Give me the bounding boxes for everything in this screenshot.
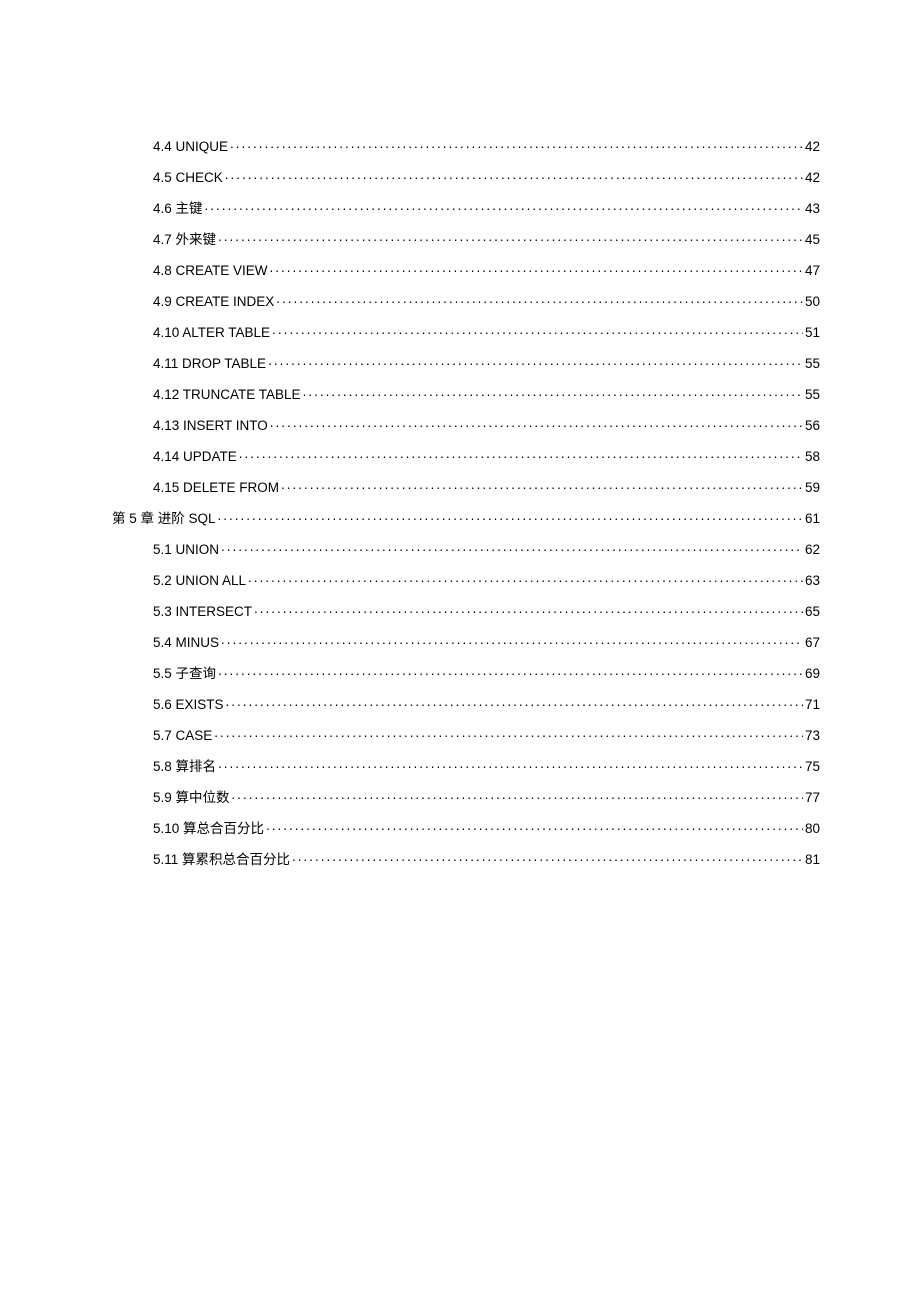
toc-entry-page: 45	[805, 233, 820, 247]
toc-entry: 5.1 UNION 62	[112, 540, 820, 556]
toc-entry: 5.11 算累积总合百分比 81	[112, 850, 820, 866]
toc-entry-label: 4.15 DELETE FROM	[153, 481, 279, 495]
toc-entry: 4.8 CREATE VIEW 47	[112, 261, 820, 277]
table-of-contents: 4.4 UNIQUE 42 4.5 CHECK 42 4.6 主键 43 4.7 外来键 45…	[112, 137, 820, 866]
toc-entry: 4.14 UPDATE 58	[112, 447, 820, 463]
toc-leader-dots	[272, 323, 803, 337]
toc-entry-page: 56	[805, 419, 820, 433]
toc-entry-page: 71	[805, 698, 820, 712]
toc-entry-page: 77	[805, 791, 820, 805]
toc-entry-label: 4.10 ALTER TABLE	[153, 326, 270, 340]
toc-entry-label: 4.12 TRUNCATE TABLE	[153, 388, 301, 402]
toc-entry-label: 5.1 UNION	[153, 543, 219, 557]
toc-entry-page: 80	[805, 822, 820, 836]
toc-leader-dots	[254, 602, 803, 616]
toc-entry-page: 59	[805, 481, 820, 495]
toc-leader-dots	[218, 757, 803, 771]
toc-leader-dots	[270, 416, 803, 430]
toc-entry-page: 55	[805, 388, 820, 402]
toc-entry-label: 5.2 UNION ALL	[153, 574, 246, 588]
toc-leader-dots	[266, 819, 803, 833]
toc-leader-dots	[270, 261, 803, 275]
toc-leader-dots	[268, 354, 803, 368]
toc-entry-page: 50	[805, 295, 820, 309]
toc-leader-dots	[218, 230, 803, 244]
toc-entry: 5.10 算总合百分比 80	[112, 819, 820, 835]
toc-leader-dots	[218, 664, 803, 678]
toc-entry-page: 75	[805, 760, 820, 774]
toc-entry-label: 4.4 UNIQUE	[153, 140, 228, 154]
toc-leader-dots	[276, 292, 803, 306]
toc-entry: 4.15 DELETE FROM 59	[112, 478, 820, 494]
toc-entry-label: 5.11 算累积总合百分比	[153, 853, 290, 867]
toc-entry-page: 62	[805, 543, 820, 557]
toc-leader-dots	[221, 633, 803, 647]
toc-entry-label: 4.11 DROP TABLE	[153, 357, 266, 371]
toc-entry: 4.4 UNIQUE 42	[112, 137, 820, 153]
toc-entry-page: 51	[805, 326, 820, 340]
toc-leader-dots	[303, 385, 803, 399]
toc-entry-label: 5.9 算中位数	[153, 791, 230, 805]
toc-entry-page: 42	[805, 171, 820, 185]
toc-entry: 5.3 INTERSECT 65	[112, 602, 820, 618]
toc-entry-label: 4.8 CREATE VIEW	[153, 264, 268, 278]
toc-entry-label: 4.6 主键	[153, 202, 203, 216]
toc-entry-page: 67	[805, 636, 820, 650]
toc-entry-label: 4.13 INSERT INTO	[153, 419, 268, 433]
toc-entry-label: 5.4 MINUS	[153, 636, 219, 650]
toc-entry: 4.13 INSERT INTO 56	[112, 416, 820, 432]
toc-leader-dots	[225, 168, 803, 182]
toc-leader-dots	[239, 447, 803, 461]
toc-entry-label: 4.14 UPDATE	[153, 450, 237, 464]
toc-leader-dots	[232, 788, 803, 802]
toc-entry-label: 4.7 外来键	[153, 233, 216, 247]
toc-entry: 5.6 EXISTS 71	[112, 695, 820, 711]
toc-leader-dots	[281, 478, 803, 492]
toc-entry-label: 5.8 算排名	[153, 760, 216, 774]
toc-entry: 5.4 MINUS 67	[112, 633, 820, 649]
toc-entry: 4.10 ALTER TABLE 51	[112, 323, 820, 339]
toc-entry-page: 47	[805, 264, 820, 278]
toc-entry-label: 5.3 INTERSECT	[153, 605, 252, 619]
toc-leader-dots	[221, 540, 803, 554]
toc-entry: 4.12 TRUNCATE TABLE 55	[112, 385, 820, 401]
toc-entry-label: 4.5 CHECK	[153, 171, 223, 185]
toc-entry-page: 42	[805, 140, 820, 154]
toc-entry: 5.7 CASE 73	[112, 726, 820, 742]
toc-entry-page: 58	[805, 450, 820, 464]
toc-entry: 5.5 子查询 69	[112, 664, 820, 680]
toc-entry: 4.5 CHECK 42	[112, 168, 820, 184]
toc-entry-page: 65	[805, 605, 820, 619]
toc-entry-label: 5.5 子查询	[153, 667, 216, 681]
toc-entry-page: 81	[805, 853, 820, 867]
toc-entry-label: 4.9 CREATE INDEX	[153, 295, 274, 309]
toc-entry-page: 63	[805, 574, 820, 588]
toc-entry-label: 5.10 算总合百分比	[153, 822, 264, 836]
toc-leader-dots	[226, 695, 803, 709]
toc-leader-dots	[218, 509, 803, 523]
toc-leader-dots	[230, 137, 803, 151]
toc-leader-dots	[205, 199, 803, 213]
toc-entry: 5.2 UNION ALL 63	[112, 571, 820, 587]
toc-entry-label: 5.7 CASE	[153, 729, 212, 743]
toc-entry: 第 5 章 进阶 SQL 61	[112, 509, 820, 525]
toc-entry-page: 43	[805, 202, 820, 216]
toc-entry: 5.9 算中位数 77	[112, 788, 820, 804]
toc-entry-label: 5.6 EXISTS	[153, 698, 224, 712]
toc-entry-label: 第 5 章 进阶 SQL	[112, 512, 216, 526]
toc-leader-dots	[292, 850, 803, 864]
toc-entry-page: 73	[805, 729, 820, 743]
toc-entry: 4.11 DROP TABLE 55	[112, 354, 820, 370]
toc-leader-dots	[214, 726, 803, 740]
toc-entry-page: 55	[805, 357, 820, 371]
toc-entry: 4.9 CREATE INDEX 50	[112, 292, 820, 308]
toc-entry: 4.6 主键 43	[112, 199, 820, 215]
toc-entry-page: 61	[805, 512, 820, 526]
toc-entry: 5.8 算排名 75	[112, 757, 820, 773]
toc-entry: 4.7 外来键 45	[112, 230, 820, 246]
toc-entry-page: 69	[805, 667, 820, 681]
toc-leader-dots	[248, 571, 803, 585]
